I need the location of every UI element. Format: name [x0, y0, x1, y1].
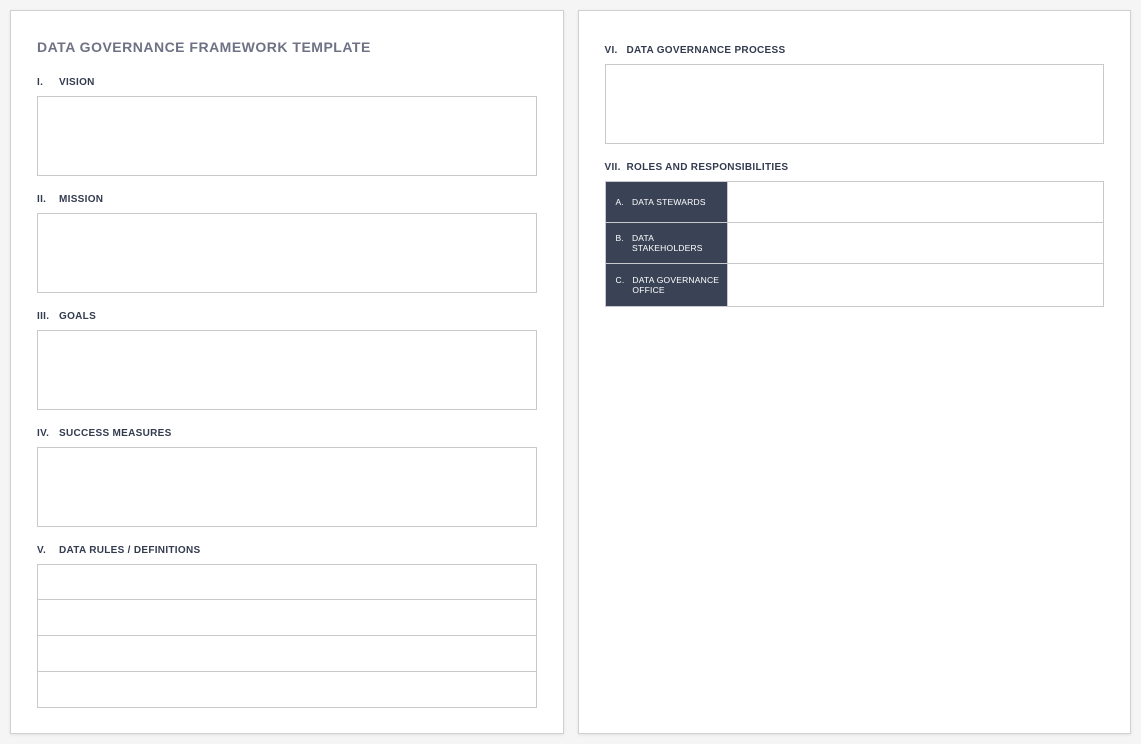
role-label-stewards: A. DATA STEWARDS — [605, 182, 727, 223]
section-rules: V. DATA RULES / DEFINITIONS — [37, 545, 537, 708]
section-mission-roman: II. — [37, 194, 59, 205]
rules-rows — [37, 564, 537, 708]
page-right: VI. DATA GOVERNANCE PROCESS VII. ROLES A… — [578, 10, 1132, 734]
section-roles: VII. ROLES AND RESPONSIBILITIES A. DATA … — [605, 162, 1105, 307]
role-letter: B. — [616, 233, 624, 243]
rule-row-input[interactable] — [37, 564, 537, 600]
section-goals-roman: III. — [37, 311, 59, 322]
role-letter: A. — [616, 197, 624, 207]
section-roles-header: VII. ROLES AND RESPONSIBILITIES — [605, 162, 1105, 173]
role-row-office: C. DATA GOVERNANCE OFFICE — [605, 264, 1104, 307]
role-label-office: C. DATA GOVERNANCE OFFICE — [605, 264, 727, 307]
rule-row-input[interactable] — [37, 600, 537, 636]
roles-table: A. DATA STEWARDS B. DATA STAKEHOLDERS — [605, 181, 1105, 307]
role-name: DATA STEWARDS — [632, 197, 721, 207]
mission-input[interactable] — [37, 213, 537, 293]
section-measures: IV. SUCCESS MEASURES — [37, 428, 537, 527]
section-vision: I. VISION — [37, 77, 537, 176]
vision-input[interactable] — [37, 96, 537, 176]
section-process-label: DATA GOVERNANCE PROCESS — [627, 45, 786, 56]
goals-input[interactable] — [37, 330, 537, 410]
section-rules-header: V. DATA RULES / DEFINITIONS — [37, 545, 537, 556]
section-process-header: VI. DATA GOVERNANCE PROCESS — [605, 45, 1105, 56]
role-name: DATA STAKEHOLDERS — [632, 233, 721, 253]
section-mission-header: II. MISSION — [37, 194, 537, 205]
section-vision-roman: I. — [37, 77, 59, 88]
rule-row-input[interactable] — [37, 672, 537, 708]
role-stewards-input[interactable] — [728, 182, 1104, 222]
measures-input[interactable] — [37, 447, 537, 527]
section-rules-roman: V. — [37, 545, 59, 556]
section-measures-header: IV. SUCCESS MEASURES — [37, 428, 537, 439]
section-mission-label: MISSION — [59, 194, 103, 205]
section-measures-label: SUCCESS MEASURES — [59, 428, 172, 439]
section-roles-roman: VII. — [605, 162, 627, 173]
process-input[interactable] — [605, 64, 1105, 144]
document-title: DATA GOVERNANCE FRAMEWORK TEMPLATE — [37, 39, 537, 55]
section-process: VI. DATA GOVERNANCE PROCESS — [605, 45, 1105, 144]
role-stakeholders-input[interactable] — [728, 223, 1104, 263]
page-left: DATA GOVERNANCE FRAMEWORK TEMPLATE I. VI… — [10, 10, 564, 734]
section-rules-label: DATA RULES / DEFINITIONS — [59, 545, 200, 556]
section-goals-header: III. GOALS — [37, 311, 537, 322]
section-goals: III. GOALS — [37, 311, 537, 410]
role-letter: C. — [616, 275, 625, 285]
section-goals-label: GOALS — [59, 311, 96, 322]
role-label-stakeholders: B. DATA STAKEHOLDERS — [605, 223, 727, 264]
role-row-stewards: A. DATA STEWARDS — [605, 182, 1104, 223]
section-vision-label: VISION — [59, 77, 95, 88]
section-mission: II. MISSION — [37, 194, 537, 293]
section-measures-roman: IV. — [37, 428, 59, 439]
section-process-roman: VI. — [605, 45, 627, 56]
rule-row-input[interactable] — [37, 636, 537, 672]
role-row-stakeholders: B. DATA STAKEHOLDERS — [605, 223, 1104, 264]
role-office-input[interactable] — [728, 264, 1104, 306]
section-roles-label: ROLES AND RESPONSIBILITIES — [627, 162, 789, 173]
role-name: DATA GOVERNANCE OFFICE — [632, 275, 720, 295]
section-vision-header: I. VISION — [37, 77, 537, 88]
